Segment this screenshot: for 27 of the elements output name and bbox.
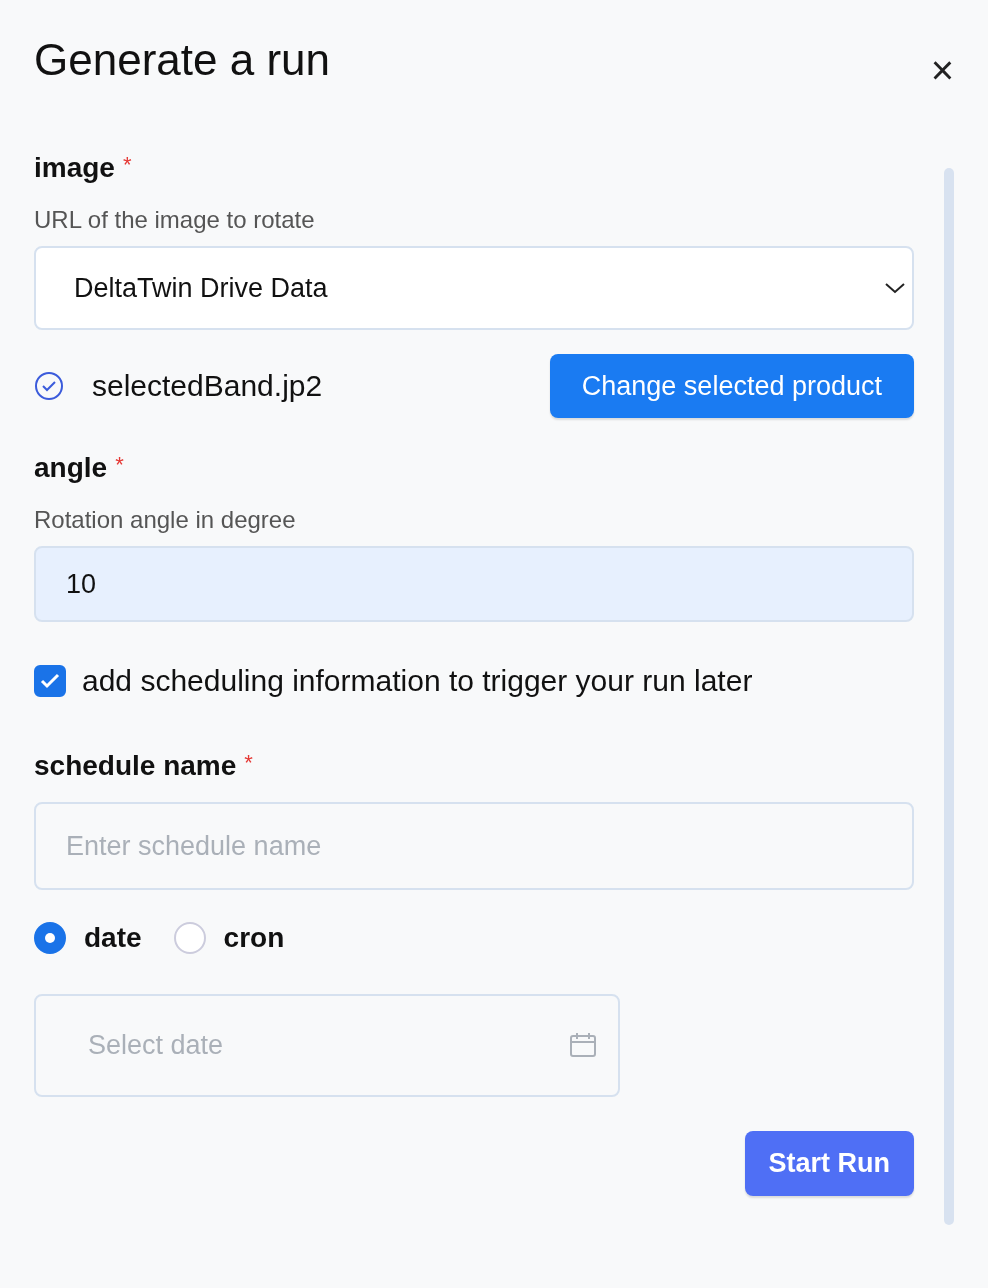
- change-product-button[interactable]: Change selected product: [549, 354, 914, 418]
- chevron-down-icon: [884, 281, 906, 295]
- check-circle-icon: [34, 371, 64, 401]
- dialog-title: Generate a run: [34, 35, 330, 85]
- calendar-icon: [570, 1032, 596, 1058]
- field-label: schedule name: [34, 750, 237, 782]
- schedule-checkbox[interactable]: [34, 665, 66, 697]
- checkmark-icon: [40, 673, 60, 689]
- angle-input[interactable]: 10: [34, 546, 914, 622]
- required-mark: *: [115, 452, 124, 478]
- radio-label: cron: [223, 922, 285, 954]
- close-button[interactable]: ×: [930, 50, 954, 90]
- required-mark: *: [122, 152, 132, 178]
- scrollbar[interactable]: [944, 168, 954, 1225]
- image-source-select[interactable]: DeltaTwin Drive Data: [34, 246, 914, 330]
- field-description: Rotation angle in degree: [34, 506, 297, 534]
- field-label: image: [34, 152, 115, 184]
- checkbox-label: add scheduling information to trigger your run later: [82, 664, 753, 698]
- required-mark: *: [244, 750, 253, 776]
- start-run-button[interactable]: Start Run: [744, 1131, 914, 1196]
- field-description: URL of the image to rotate: [34, 206, 316, 234]
- radio-label: date: [84, 922, 142, 954]
- field-label: angle: [34, 452, 108, 484]
- selected-file-name: selectedBand.jp2: [92, 369, 323, 403]
- radio-button[interactable]: [34, 922, 66, 954]
- date-picker-field[interactable]: Select date: [34, 994, 620, 1097]
- schedule-name-input[interactable]: Enter schedule name: [34, 802, 914, 890]
